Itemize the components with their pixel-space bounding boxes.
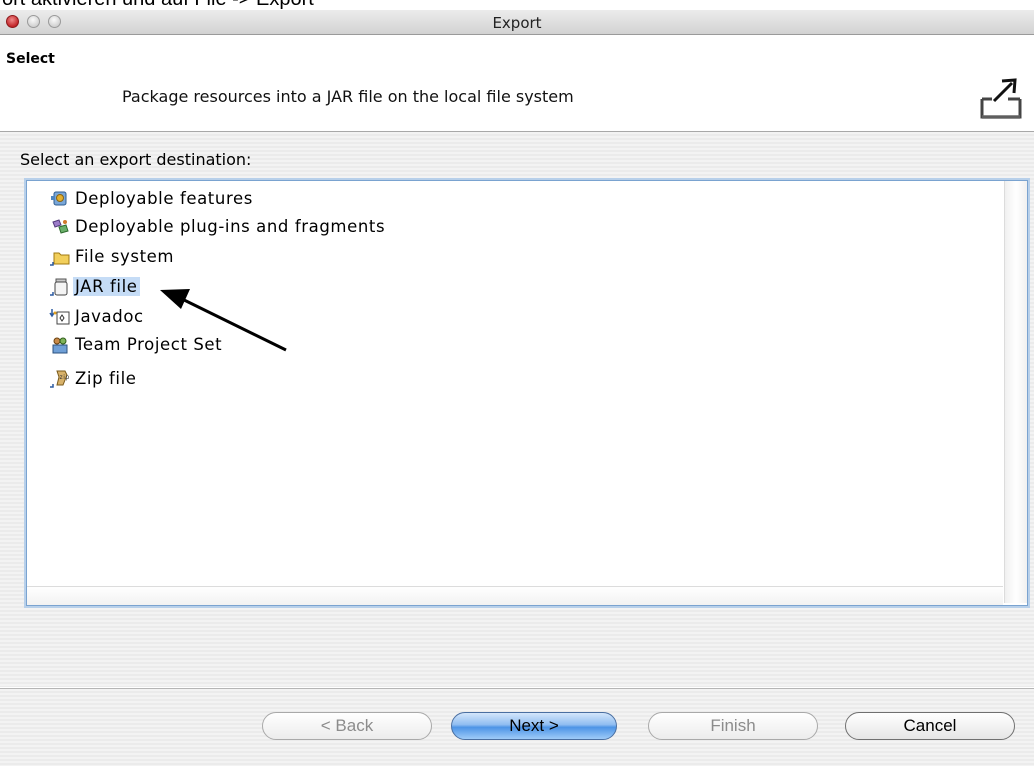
export-icon — [978, 77, 1024, 121]
back-button[interactable]: < Back — [262, 712, 432, 740]
list-item-jar-file[interactable]: JAR file — [49, 273, 140, 299]
horizontal-scrollbar[interactable] — [27, 586, 1003, 605]
page-title: Select — [6, 51, 55, 67]
document-caption-fragment: ort aktivieren und auf File -> Export — [0, 0, 1034, 10]
wizard-content: Select an export destination: Deployable… — [0, 132, 1034, 687]
list-item-label: Deployable features — [75, 188, 253, 208]
window-titlebar[interactable]: Export — [0, 10, 1034, 35]
jar-icon — [49, 277, 73, 297]
next-button[interactable]: Next > — [451, 712, 617, 740]
list-item-label: JAR file — [73, 276, 140, 296]
team-icon — [49, 335, 73, 355]
list-item-javadoc[interactable]: Javadoc — [49, 303, 146, 329]
zip-icon: zip — [49, 369, 73, 389]
list-item-label: File system — [75, 246, 175, 266]
feature-icon — [49, 189, 73, 209]
list-item-deployable-features[interactable]: Deployable features — [49, 185, 255, 211]
list-item-file-system[interactable]: File system — [49, 243, 176, 269]
vertical-scrollbar[interactable] — [1004, 181, 1027, 603]
list-item-deployable-plugins[interactable]: Deployable plug-ins and fragments — [49, 213, 387, 239]
list-item-label: Zip file — [75, 368, 137, 388]
list-item-label: Deployable plug-ins and fragments — [75, 216, 386, 236]
window-title: Export — [492, 14, 542, 32]
folder-icon — [49, 247, 73, 267]
svg-text:zip: zip — [60, 374, 70, 381]
finish-button[interactable]: Finish — [648, 712, 818, 740]
wizard-button-bar: < Back Next > Finish Cancel — [0, 688, 1034, 766]
plugin-icon — [49, 217, 73, 237]
export-destination-list[interactable]: Deployable features Deployable plug-ins … — [26, 180, 1028, 606]
destination-label: Select an export destination: — [20, 150, 252, 169]
list-item-label: Team Project Set — [75, 334, 223, 354]
list-item-zip-file[interactable]: zip Zip file — [49, 365, 139, 391]
list-item-team-project-set[interactable]: Team Project Set — [49, 331, 224, 357]
wizard-banner: Select Package resources into a JAR file… — [0, 35, 1034, 132]
cancel-button[interactable]: Cancel — [845, 712, 1015, 740]
list-item-label: Javadoc — [75, 306, 144, 326]
javadoc-icon — [49, 307, 73, 327]
page-description: Package resources into a JAR file on the… — [122, 87, 574, 106]
